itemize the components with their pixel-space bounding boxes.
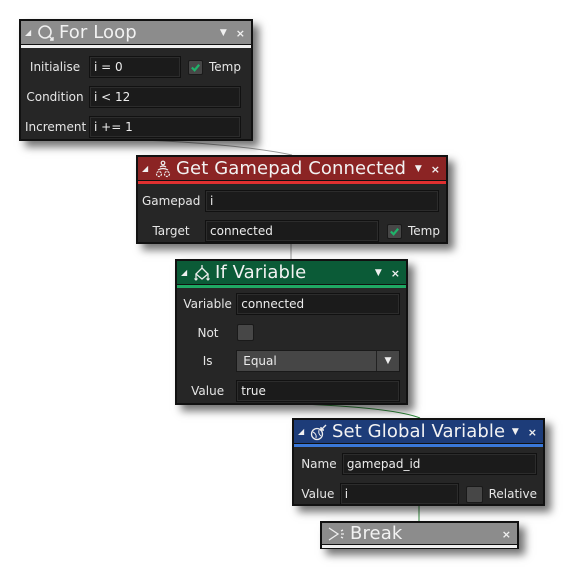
initialise-label: Initialise — [29, 60, 81, 74]
block-title: For Loop — [59, 21, 137, 43]
not-label: Not — [197, 325, 219, 340]
variable-input[interactable]: connected — [236, 293, 400, 315]
close-icon[interactable]: × — [431, 163, 440, 176]
dropdown-icon[interactable]: ▼ — [220, 28, 227, 38]
condition-input[interactable]: i < 12 — [89, 86, 241, 108]
relative-label: Relative — [488, 487, 537, 501]
break-icon — [328, 525, 346, 543]
break-block[interactable]: Break × — [320, 521, 519, 549]
collapse-icon[interactable]: ◢ — [181, 268, 193, 277]
set-global-variable-header[interactable]: ◢ Set Global Variable ▼ × — [294, 420, 543, 444]
value-label: Value — [191, 384, 225, 398]
for-loop-icon — [37, 24, 55, 42]
collapse-icon[interactable]: ◢ — [25, 28, 37, 37]
condition-label: Condition — [26, 90, 84, 104]
get-gamepad-connected-header[interactable]: ◢ Get Gamepad Connected ▼ × — [138, 157, 446, 181]
variable-label: Variable — [183, 297, 232, 311]
increment-input[interactable]: i += 1 — [89, 116, 241, 138]
break-header[interactable]: Break × — [322, 523, 517, 545]
if-variable-block[interactable]: ◢ If Variable ▼ × Variable connected Not… — [175, 259, 408, 405]
temp-label: Temp — [209, 60, 241, 74]
gamepad-connected-icon — [154, 160, 172, 178]
set-global-variable-block[interactable]: ◢ Set Global Variable ▼ × Name gamepad_i… — [292, 418, 545, 506]
is-select[interactable]: Equal ▼ — [236, 350, 400, 372]
block-title: Get Gamepad Connected — [176, 157, 407, 179]
get-gamepad-connected-block[interactable]: ◢ Get Gamepad Connected ▼ × Gamepad i Ta… — [136, 155, 448, 244]
close-icon[interactable]: × — [528, 426, 537, 439]
branch-icon — [193, 264, 211, 282]
is-select-value: Equal — [243, 354, 277, 368]
block-title: If Variable — [215, 261, 307, 283]
is-label: Is — [202, 354, 213, 368]
initialise-input[interactable]: i = 0 — [89, 56, 181, 78]
collapse-icon[interactable]: ◢ — [298, 427, 310, 436]
not-checkbox[interactable] — [237, 324, 254, 341]
dropdown-icon[interactable]: ▼ — [415, 164, 422, 174]
relative-checkbox[interactable] — [466, 485, 483, 503]
block-title: Set Global Variable — [332, 420, 506, 442]
target-label: Target — [152, 224, 190, 238]
gamepad-label: Gamepad — [142, 194, 201, 208]
checkmark-icon — [390, 227, 400, 236]
name-input[interactable]: gamepad_id — [341, 453, 537, 475]
close-icon[interactable]: × — [502, 528, 511, 541]
block-title: Break — [350, 522, 403, 544]
dropdown-icon[interactable]: ▼ — [512, 427, 519, 437]
target-input[interactable]: connected — [205, 220, 379, 242]
temp-checkbox[interactable] — [188, 59, 203, 75]
checkmark-icon — [191, 63, 201, 72]
close-icon[interactable]: × — [391, 267, 400, 280]
name-label: Name — [301, 457, 337, 471]
temp-checkbox[interactable] — [387, 223, 402, 239]
globe-arrow-icon — [310, 423, 328, 441]
close-icon[interactable]: × — [236, 27, 245, 40]
temp-label: Temp — [408, 224, 440, 238]
dropdown-icon[interactable]: ▼ — [375, 268, 382, 278]
if-variable-header[interactable]: ◢ If Variable ▼ × — [177, 261, 406, 285]
value-label: Value — [301, 487, 335, 501]
for-loop-header[interactable]: ◢ For Loop ▼ × — [21, 21, 251, 45]
value-input[interactable]: i — [339, 483, 460, 505]
value-input[interactable]: true — [236, 380, 400, 402]
gamepad-input[interactable]: i — [205, 190, 439, 212]
increment-label: Increment — [25, 120, 87, 134]
chevron-down-icon[interactable]: ▼ — [376, 351, 399, 371]
for-loop-block[interactable]: ◢ For Loop ▼ × Initialise i = 0 Temp Con… — [19, 19, 253, 141]
collapse-icon[interactable]: ◢ — [142, 164, 154, 173]
